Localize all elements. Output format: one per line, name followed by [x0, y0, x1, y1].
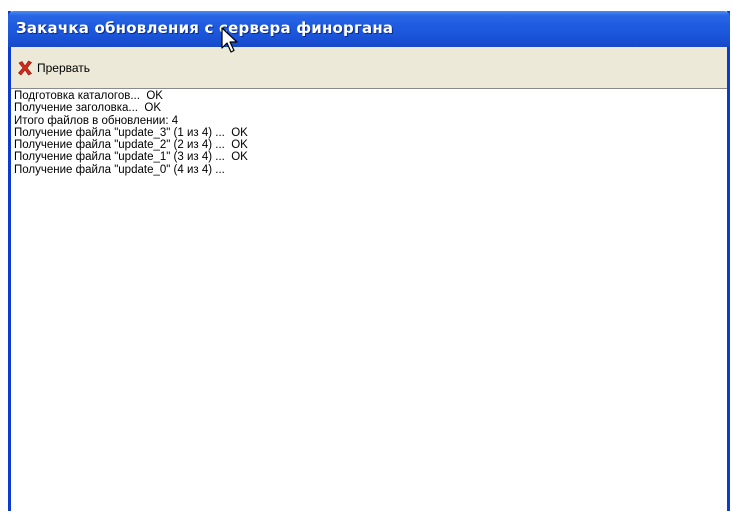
- log-output[interactable]: Подготовка каталогов... OK Получение заг…: [11, 88, 727, 511]
- log-line: Получение файла "update_2" (2 из 4) ... …: [14, 139, 248, 152]
- log-line: Получение заголовка... OK: [14, 102, 161, 115]
- window-title: Закачка обновления с сервера финоргана: [16, 19, 394, 37]
- red-x-icon: [18, 60, 32, 76]
- log-line: Подготовка каталогов... OK: [14, 90, 163, 102]
- title-bar[interactable]: Закачка обновления с сервера финоргана: [8, 11, 730, 47]
- toolbar: Прервать: [11, 47, 727, 89]
- mouse-pointer-icon: [221, 27, 238, 53]
- abort-button[interactable]: Прервать: [17, 58, 90, 78]
- download-window: Закачка обновления с сервера финоргана П…: [8, 11, 730, 511]
- abort-button-label: Прервать: [37, 61, 91, 75]
- log-line: Получение файла "update_1" (3 из 4) ... …: [14, 151, 248, 164]
- log-line: Получение файла "update_0" (4 из 4) ...: [14, 163, 225, 176]
- log-line: Получение файла "update_3" (1 из 4) ... …: [14, 126, 248, 139]
- log-line: Итого файлов в обновлении: 4: [14, 114, 179, 127]
